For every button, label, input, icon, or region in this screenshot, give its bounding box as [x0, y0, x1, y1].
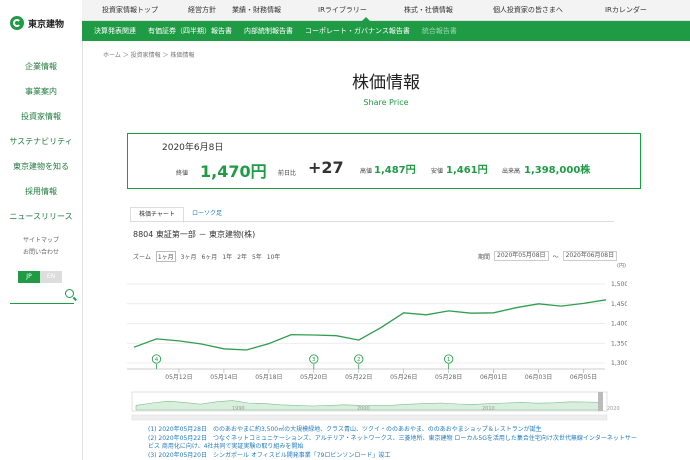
sidebar-item-company[interactable]: 企業情報	[0, 54, 82, 79]
navigator-handle	[598, 392, 603, 411]
tab-divider	[130, 221, 614, 222]
event-label: 3	[312, 357, 316, 363]
y-tick-label: 1,350	[611, 340, 627, 347]
news-item-2[interactable]: (2) 2020年05月22日 つなぐネットコミュニケーションズ、アルテリア・ネ…	[148, 435, 638, 452]
end-value: 1,470円	[200, 162, 267, 181]
topnav-calendar[interactable]: IRカレンダー	[605, 5, 647, 15]
navigator-label: 2010	[482, 406, 495, 412]
page-title: 株価情報	[352, 73, 420, 93]
search-input[interactable]	[10, 289, 74, 304]
price-summary: 2020年6月8日 終値 1,470円 前日比 +27 高値 1,487円 安値…	[127, 133, 641, 189]
topnav-individual[interactable]: 個人投資家の皆さまへ	[493, 5, 563, 15]
topnav-financial[interactable]: 業績・財務情報	[232, 5, 281, 15]
event-label: 4	[155, 357, 159, 363]
news-list: (1) 2020年05月28日 ののあおやまに約3,500㎡の大規模緑地、クラス…	[148, 426, 638, 460]
topnav-ir-top[interactable]: 投資家情報トップ	[102, 5, 158, 15]
subnav-results[interactable]: 決算発表関連	[94, 26, 136, 36]
side-small-links: サイトマップ お問い合わせ	[0, 235, 82, 259]
subnav-securities[interactable]: 有価証券（四半期）報告書	[148, 26, 232, 36]
chart-tabs: 株価チャート ローソク足	[130, 207, 230, 223]
logo-mark-icon	[10, 16, 24, 30]
x-tick-label: 05月18日	[255, 374, 282, 381]
y-tick-label: 1,500	[611, 281, 627, 288]
navigator-label: 2020	[607, 406, 620, 412]
news-item-3[interactable]: (3) 2020年05月20日 シンガポール オフィスビル開発事業「79ロビンソ…	[148, 452, 638, 460]
news-item-1[interactable]: (1) 2020年05月28日 ののあおやまに約3,500㎡の大規模緑地、クラス…	[148, 426, 638, 435]
sidebar-item-business[interactable]: 事業案内	[0, 79, 82, 104]
x-tick-label: 05月22日	[345, 374, 372, 381]
sidebar: 東京建物 企業情報 事業案内 投資家情報 サステナビリティ 東京建物を知る 採用…	[0, 0, 83, 460]
y-tick-label: 1,450	[611, 301, 627, 308]
low-label: 安値	[431, 168, 444, 175]
sidebar-item-news[interactable]: ニュースリリース	[0, 204, 82, 229]
subnav-internal-control[interactable]: 内部統制報告書	[244, 26, 293, 36]
y-unit-label: (円)	[617, 263, 626, 269]
x-tick-label: 05月14日	[210, 374, 237, 381]
high-value: 1,487円	[374, 165, 416, 176]
x-tick-label: 05月12日	[165, 374, 192, 381]
brand-name: 東京建物	[28, 19, 65, 30]
x-tick-label: 06月05日	[570, 374, 597, 381]
sidebar-item-about[interactable]: 東京建物を知る	[0, 154, 82, 179]
sub-nav: 決算発表関連 有価証券（四半期）報告書 内部統制報告書 コーポレート・ガバナンス…	[82, 21, 690, 41]
volume-value: 1,398,000株	[524, 165, 591, 176]
navigator-label: 2000	[357, 406, 370, 412]
logo[interactable]: 東京建物	[0, 0, 82, 32]
page-subtitle: Share Price	[363, 98, 409, 107]
subnav-integrated[interactable]: 統合報告書	[422, 26, 457, 36]
lang-jp-button[interactable]: JP	[18, 271, 40, 283]
price-line	[133, 299, 607, 351]
x-tick-label: 05月26日	[390, 374, 417, 381]
topnav-policy[interactable]: 経営方針	[188, 5, 216, 15]
language-switch: JP EN	[18, 271, 82, 283]
topnav-ir-library[interactable]: IRライブラリー	[318, 5, 367, 15]
tab-candlestick[interactable]: ローソク足	[184, 207, 230, 221]
y-tick-label: 1,400	[611, 321, 627, 328]
change-label: 前日比	[278, 170, 297, 177]
price-date: 2020年6月8日	[162, 143, 224, 153]
side-nav: 企業情報 事業案内 投資家情報 サステナビリティ 東京建物を知る 採用情報 ニュ…	[0, 54, 82, 229]
breadcrumb[interactable]: ホーム ＞ 投資家情報 ＞ 株価情報	[103, 50, 194, 59]
change-value: +27	[308, 158, 344, 177]
sidebar-item-recruit[interactable]: 採用情報	[0, 179, 82, 204]
x-tick-label: 05月20日	[300, 374, 327, 381]
event-label: 2	[357, 357, 361, 363]
navigator-scrollbar	[131, 414, 608, 421]
stock-name: 8804 東証第一部 － 東京建物(株)	[133, 230, 256, 239]
sidebar-item-sustainability[interactable]: サステナビリティ	[0, 129, 82, 154]
topnav-stock[interactable]: 株式・社債情報	[404, 5, 453, 15]
contact-link[interactable]: お問い合わせ	[0, 247, 82, 259]
end-label: 終値	[176, 170, 189, 177]
low-value: 1,461円	[446, 165, 488, 176]
x-tick-label: 06月03日	[525, 374, 552, 381]
volume-label: 出来高	[502, 168, 521, 175]
price-chart[interactable]: 1,300 1,350 1,400 1,450 1,500 (円) 05月12日 05月14日…	[127, 255, 627, 425]
y-tick-label: 1,300	[611, 360, 627, 367]
event-label: 1	[447, 357, 451, 363]
navigator-label: 1990	[232, 406, 245, 412]
subnav-governance[interactable]: コーポレート・ガバナンス報告書	[305, 26, 410, 36]
x-tick-label: 06月01日	[480, 374, 507, 381]
search-icon[interactable]	[65, 289, 74, 298]
sitemap-link[interactable]: サイトマップ	[0, 235, 82, 247]
high-label: 高値	[360, 168, 373, 175]
x-tick-label: 05月28日	[435, 374, 462, 381]
lang-en-button[interactable]: EN	[40, 271, 62, 283]
top-nav: 投資家情報トップ 経営方針 業績・財務情報 IRライブラリー 株式・社債情報 個…	[82, 0, 690, 21]
sidebar-item-investors[interactable]: 投資家情報	[0, 104, 82, 129]
